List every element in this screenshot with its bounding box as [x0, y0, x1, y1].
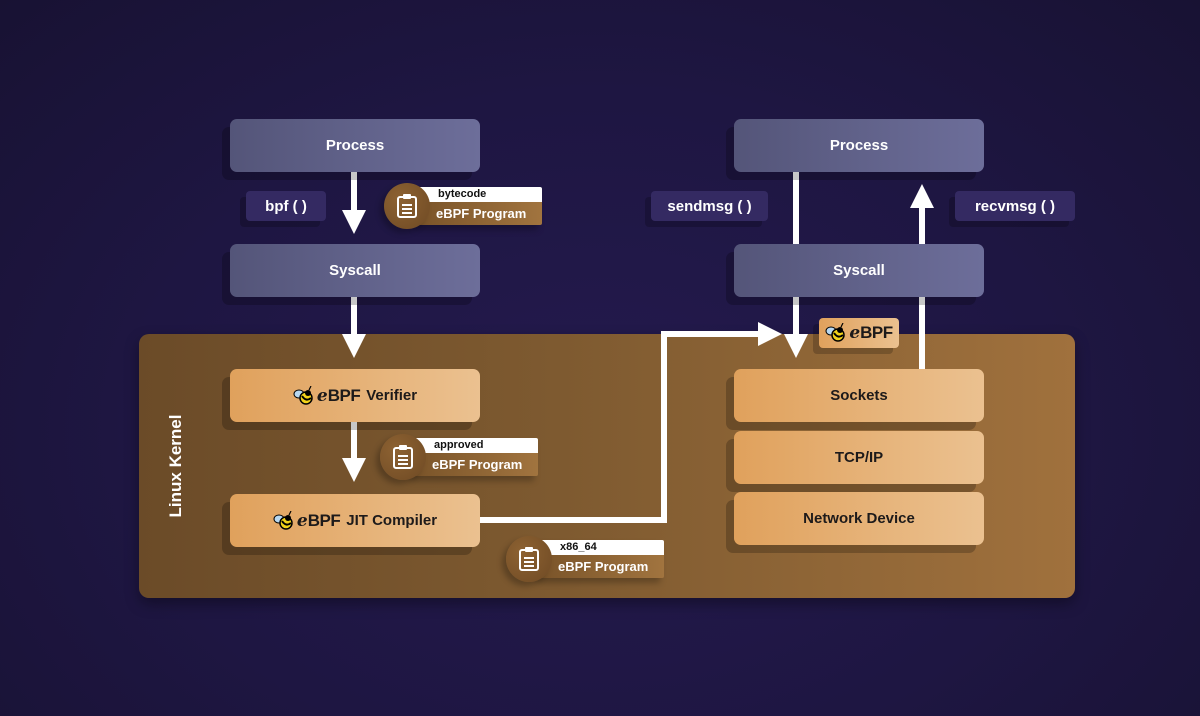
program-tag: approved [414, 438, 538, 453]
right-process-label: Process [829, 137, 889, 154]
ebpf-logo-text: e [296, 510, 308, 531]
sendmsg-call-label: sendmsg ( ) [651, 191, 768, 221]
ebpf-logo-bpf: BPF [327, 385, 361, 405]
right-process-box: Process [734, 119, 984, 172]
recvmsg-text: recvmsg ( ) [974, 197, 1056, 215]
clipboard-icon [380, 434, 426, 480]
clipboard-icon [506, 536, 552, 582]
linux-kernel-label: Linux Kernel [166, 414, 185, 518]
ebpf-verifier-box: e BPF Verifier [230, 369, 480, 422]
ebpf-logo-text: e [849, 323, 861, 343]
right-syscall-label: Syscall [833, 262, 885, 279]
bee-icon [293, 385, 313, 405]
ebpf-logo-text: e [316, 385, 328, 406]
left-syscall-label: Syscall [329, 262, 381, 279]
ebpf-hook-badge: e BPF [819, 318, 899, 348]
verifier-label: Verifier [366, 387, 418, 404]
bpf-call-text: bpf ( ) [265, 197, 307, 215]
left-process-label: Process [325, 137, 385, 154]
program-name: eBPF Program [540, 555, 664, 578]
ebpf-logo-bpf: BPF [307, 510, 341, 530]
bee-icon [825, 323, 846, 342]
right-syscall-box: Syscall [734, 244, 984, 297]
approved-program-badge: approved eBPF Program [380, 434, 540, 480]
x86-program-badge: x86_64 eBPF Program [506, 536, 666, 582]
bytecode-program-badge: bytecode eBPF Program [384, 183, 544, 229]
tcp-ip-box: TCP/IP [734, 431, 984, 484]
recvmsg-call-label: recvmsg ( ) [955, 191, 1075, 221]
sendmsg-text: sendmsg ( ) [667, 197, 752, 215]
left-syscall-box: Syscall [230, 244, 480, 297]
bee-icon [273, 510, 293, 530]
stack-label: Network Device [803, 510, 915, 527]
ebpf-logo: e BPF [825, 323, 893, 343]
sockets-box: Sockets [734, 369, 984, 422]
ebpf-logo-bpf: BPF [860, 323, 893, 342]
jit-compiler-label: JIT Compiler [346, 512, 438, 529]
stack-label: Sockets [830, 387, 888, 404]
clipboard-icon [384, 183, 430, 229]
ebpf-logo: e BPF [293, 385, 361, 406]
network-device-box: Network Device [734, 492, 984, 545]
bpf-call-label: bpf ( ) [246, 191, 326, 221]
ebpf-jit-compiler-box: e BPF JIT Compiler [230, 494, 480, 547]
ebpf-logo: e BPF [273, 510, 341, 531]
program-name: eBPF Program [414, 453, 538, 476]
left-process-box: Process [230, 119, 480, 172]
stack-label: TCP/IP [834, 449, 884, 466]
program-tag: x86_64 [540, 540, 664, 555]
program-name: eBPF Program [418, 202, 542, 225]
program-tag: bytecode [418, 187, 542, 202]
